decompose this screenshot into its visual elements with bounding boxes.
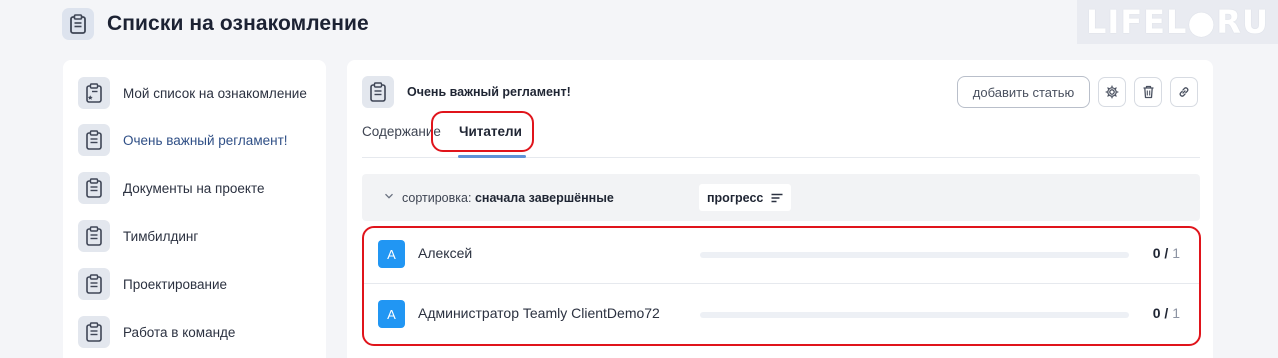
clipboard-list-icon (78, 316, 110, 348)
sort-prefix: сортировка: (402, 191, 472, 205)
sidebar-item-label: Мой список на ознакомление (123, 85, 307, 101)
document-title: Очень важный регламент! (407, 85, 571, 99)
sidebar-item-project-docs[interactable]: Документы на проекте (78, 171, 265, 205)
sidebar: Мой список на ознакомление Очень важный … (63, 60, 326, 358)
clipboard-list-icon (78, 268, 110, 300)
sidebar-item-label: Очень важный регламент! (123, 132, 288, 148)
tab-contents[interactable]: Содержание (362, 124, 441, 139)
highlight-frame-readers-tab (431, 111, 534, 152)
page-header: Списки на ознакомление (62, 7, 369, 41)
clipboard-star-icon (78, 77, 110, 109)
progress-label: прогресс (707, 190, 764, 205)
clipboard-list-icon (78, 172, 110, 204)
main-panel: Очень важный регламент! добавить статью … (347, 60, 1213, 358)
clipboard-list-icon (362, 76, 394, 108)
sidebar-item-teambuilding[interactable]: Тимбилдинг (78, 219, 198, 253)
clipboard-list-icon (78, 220, 110, 252)
document-header: Очень важный регламент! (362, 76, 571, 108)
chevron-down-icon[interactable] (384, 191, 394, 201)
sidebar-item-teamwork[interactable]: Работа в команде (78, 315, 235, 349)
sidebar-item-label: Документы на проекте (123, 180, 265, 196)
clipboard-list-icon (62, 8, 94, 40)
gear-icon (1105, 85, 1119, 99)
add-article-button[interactable]: добавить статью (957, 76, 1090, 108)
sort-lines-icon (771, 193, 783, 202)
link-icon (1179, 87, 1189, 97)
active-tab-indicator (458, 155, 526, 158)
clipboard-list-icon (78, 124, 110, 156)
page-title: Списки на ознакомление (107, 12, 369, 35)
sidebar-item-important-regulation[interactable]: Очень важный регламент! (78, 123, 288, 157)
trash-icon (1143, 85, 1153, 99)
sidebar-item-label: Работа в команде (123, 324, 236, 340)
sort-value: сначала завершённые (474, 191, 614, 205)
sidebar-item-label: Тимбилдинг (123, 228, 199, 244)
sort-bar: сортировка: сначала завершённые прогресс (362, 174, 1200, 221)
copy-link-button[interactable] (1170, 77, 1198, 107)
sidebar-item-my-list[interactable]: Мой список на ознакомление (78, 76, 307, 110)
progress-sort-button[interactable]: прогресс (699, 184, 792, 211)
sidebar-item-label: Проектирование (123, 276, 228, 292)
watermark-logo: LIFEL●RU (1077, 0, 1278, 44)
settings-button[interactable] (1098, 77, 1126, 107)
highlight-frame-readers-list (362, 226, 1201, 346)
delete-button[interactable] (1134, 77, 1162, 107)
sort-selector[interactable]: сортировка: сначала завершённые (402, 191, 614, 205)
sidebar-item-design[interactable]: Проектирование (78, 267, 227, 301)
